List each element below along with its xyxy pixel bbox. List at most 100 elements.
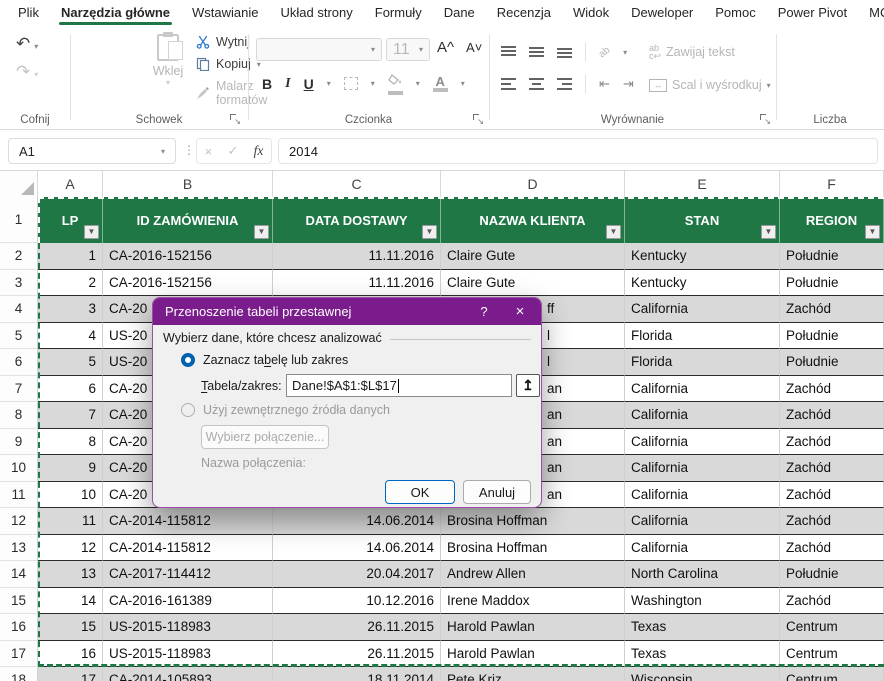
- undo-button[interactable]: ↶▾: [16, 34, 38, 54]
- cell-region[interactable]: Centrum: [780, 667, 884, 681]
- cell-state[interactable]: California: [625, 508, 780, 535]
- tab-recenzja[interactable]: Recenzja: [495, 1, 553, 26]
- cell-region[interactable]: Zachód: [780, 535, 884, 562]
- cell-state[interactable]: California: [625, 482, 780, 509]
- cell-region[interactable]: Zachód: [780, 296, 884, 323]
- tab-power-pivot[interactable]: Power Pivot: [776, 1, 849, 26]
- cell-region[interactable]: Południe: [780, 349, 884, 376]
- bold-button[interactable]: B: [262, 76, 272, 92]
- font-dialog-launcher-icon[interactable]: [472, 113, 483, 124]
- row-number[interactable]: 12: [0, 508, 38, 535]
- cell-date[interactable]: 11.11.2016: [273, 270, 441, 297]
- range-picker-button[interactable]: ↥: [516, 374, 540, 397]
- tab-dane[interactable]: Dane: [442, 1, 477, 26]
- table-header-cell[interactable]: DATA DOSTAWY▼: [273, 197, 441, 243]
- row-number[interactable]: 10: [0, 455, 38, 482]
- cell-region[interactable]: Centrum: [780, 614, 884, 641]
- cell-name[interactable]: Harold Pawlan: [441, 614, 625, 641]
- row-number[interactable]: 13: [0, 535, 38, 562]
- cell-state[interactable]: Kentucky: [625, 243, 780, 270]
- cell-date[interactable]: 14.06.2014: [273, 508, 441, 535]
- cell-state[interactable]: Wisconsin: [625, 667, 780, 681]
- align-right-icon[interactable]: [557, 78, 572, 90]
- table-header-cell[interactable]: REGION▼: [780, 197, 884, 243]
- cell-state[interactable]: Kentucky: [625, 270, 780, 297]
- tab-wstawianie[interactable]: Wstawianie: [190, 1, 260, 26]
- cell-id[interactable]: CA-2016-152156: [103, 243, 273, 270]
- cell-state[interactable]: North Carolina: [625, 561, 780, 588]
- table-header-cell[interactable]: STAN▼: [625, 197, 780, 243]
- table-header-cell[interactable]: LP▼: [38, 197, 103, 243]
- row-number[interactable]: 3: [0, 270, 38, 297]
- align-center-icon[interactable]: [529, 78, 544, 90]
- cancel-button[interactable]: Anuluj: [463, 480, 531, 504]
- cell-id[interactable]: US-2015-118983: [103, 641, 273, 668]
- cell-id[interactable]: CA-2016-161389: [103, 588, 273, 615]
- cell-state[interactable]: Texas: [625, 641, 780, 668]
- cell-name[interactable]: Irene Maddox: [441, 588, 625, 615]
- row-number[interactable]: 2: [0, 243, 38, 270]
- cell-state[interactable]: Washington: [625, 588, 780, 615]
- cell-state[interactable]: California: [625, 376, 780, 403]
- italic-button[interactable]: I: [285, 76, 290, 92]
- wrap-text-button[interactable]: abc↩ Zawijaj tekst: [649, 44, 735, 60]
- radio-external-source[interactable]: [181, 403, 195, 417]
- filter-dropdown-icon[interactable]: ▼: [84, 225, 99, 239]
- tab-widok[interactable]: Widok: [571, 1, 611, 26]
- column-header-c[interactable]: C: [273, 171, 441, 197]
- cell-region[interactable]: Zachód: [780, 429, 884, 456]
- cell-id[interactable]: CA-2014-115812: [103, 535, 273, 562]
- row-number[interactable]: 7: [0, 376, 38, 403]
- cell-lp[interactable]: 15: [38, 614, 103, 641]
- cell-lp[interactable]: 1: [38, 243, 103, 270]
- choose-connection-button[interactable]: Wybierz połączenie...: [201, 425, 329, 449]
- select-all-corner[interactable]: [0, 171, 38, 197]
- cell-state[interactable]: Florida: [625, 349, 780, 376]
- cell-region[interactable]: Zachód: [780, 376, 884, 403]
- filter-dropdown-icon[interactable]: ▼: [761, 225, 776, 239]
- cancel-entry-button[interactable]: ×: [205, 144, 213, 159]
- cell-date[interactable]: 11.11.2016: [273, 243, 441, 270]
- align-bottom-icon[interactable]: [557, 46, 572, 58]
- cell-name[interactable]: Andrew Allen: [441, 561, 625, 588]
- filter-dropdown-icon[interactable]: ▼: [422, 225, 437, 239]
- cell-date[interactable]: 26.11.2015: [273, 641, 441, 668]
- cell-region[interactable]: Centrum: [780, 641, 884, 668]
- column-header-a[interactable]: A: [38, 171, 103, 197]
- cell-name[interactable]: Claire Gute: [441, 243, 625, 270]
- cell-region[interactable]: Zachód: [780, 455, 884, 482]
- cell-region[interactable]: Południe: [780, 323, 884, 350]
- cell-lp[interactable]: 2: [38, 270, 103, 297]
- cell-region[interactable]: Południe: [780, 270, 884, 297]
- table-header-cell[interactable]: ID ZAMÓWIENIA▼: [103, 197, 273, 243]
- row-number[interactable]: 15: [0, 588, 38, 615]
- tab-formuły[interactable]: Formuły: [373, 1, 424, 26]
- row-number[interactable]: 1: [0, 197, 38, 243]
- filter-dropdown-icon[interactable]: ▼: [254, 225, 269, 239]
- ok-button[interactable]: OK: [385, 480, 455, 504]
- cell-lp[interactable]: 13: [38, 561, 103, 588]
- row-number[interactable]: 11: [0, 482, 38, 509]
- paste-button[interactable]: Wklej ▾: [148, 34, 188, 87]
- cell-lp[interactable]: 4: [38, 323, 103, 350]
- row-number[interactable]: 17: [0, 641, 38, 668]
- range-input[interactable]: Dane!$A$1:$L$17: [286, 374, 512, 397]
- confirm-entry-button[interactable]: ✓: [227, 143, 238, 159]
- formula-input[interactable]: 2014: [278, 138, 878, 164]
- borders-button[interactable]: [344, 77, 358, 90]
- cell-lp[interactable]: 12: [38, 535, 103, 562]
- decrease-indent-icon[interactable]: ⇤: [599, 76, 610, 92]
- row-number[interactable]: 8: [0, 402, 38, 429]
- fill-color-button[interactable]: [388, 72, 403, 95]
- cell-state[interactable]: California: [625, 455, 780, 482]
- cell-state[interactable]: California: [625, 429, 780, 456]
- cell-region[interactable]: Południe: [780, 561, 884, 588]
- row-number[interactable]: 16: [0, 614, 38, 641]
- align-left-icon[interactable]: [501, 78, 516, 90]
- cell-date[interactable]: 26.11.2015: [273, 614, 441, 641]
- cell-lp[interactable]: 14: [38, 588, 103, 615]
- tab-pomoc[interactable]: Pomoc: [713, 1, 757, 26]
- cell-name[interactable]: Brosina Hoffman: [441, 535, 625, 562]
- cell-lp[interactable]: 17: [38, 667, 103, 681]
- row-number[interactable]: 14: [0, 561, 38, 588]
